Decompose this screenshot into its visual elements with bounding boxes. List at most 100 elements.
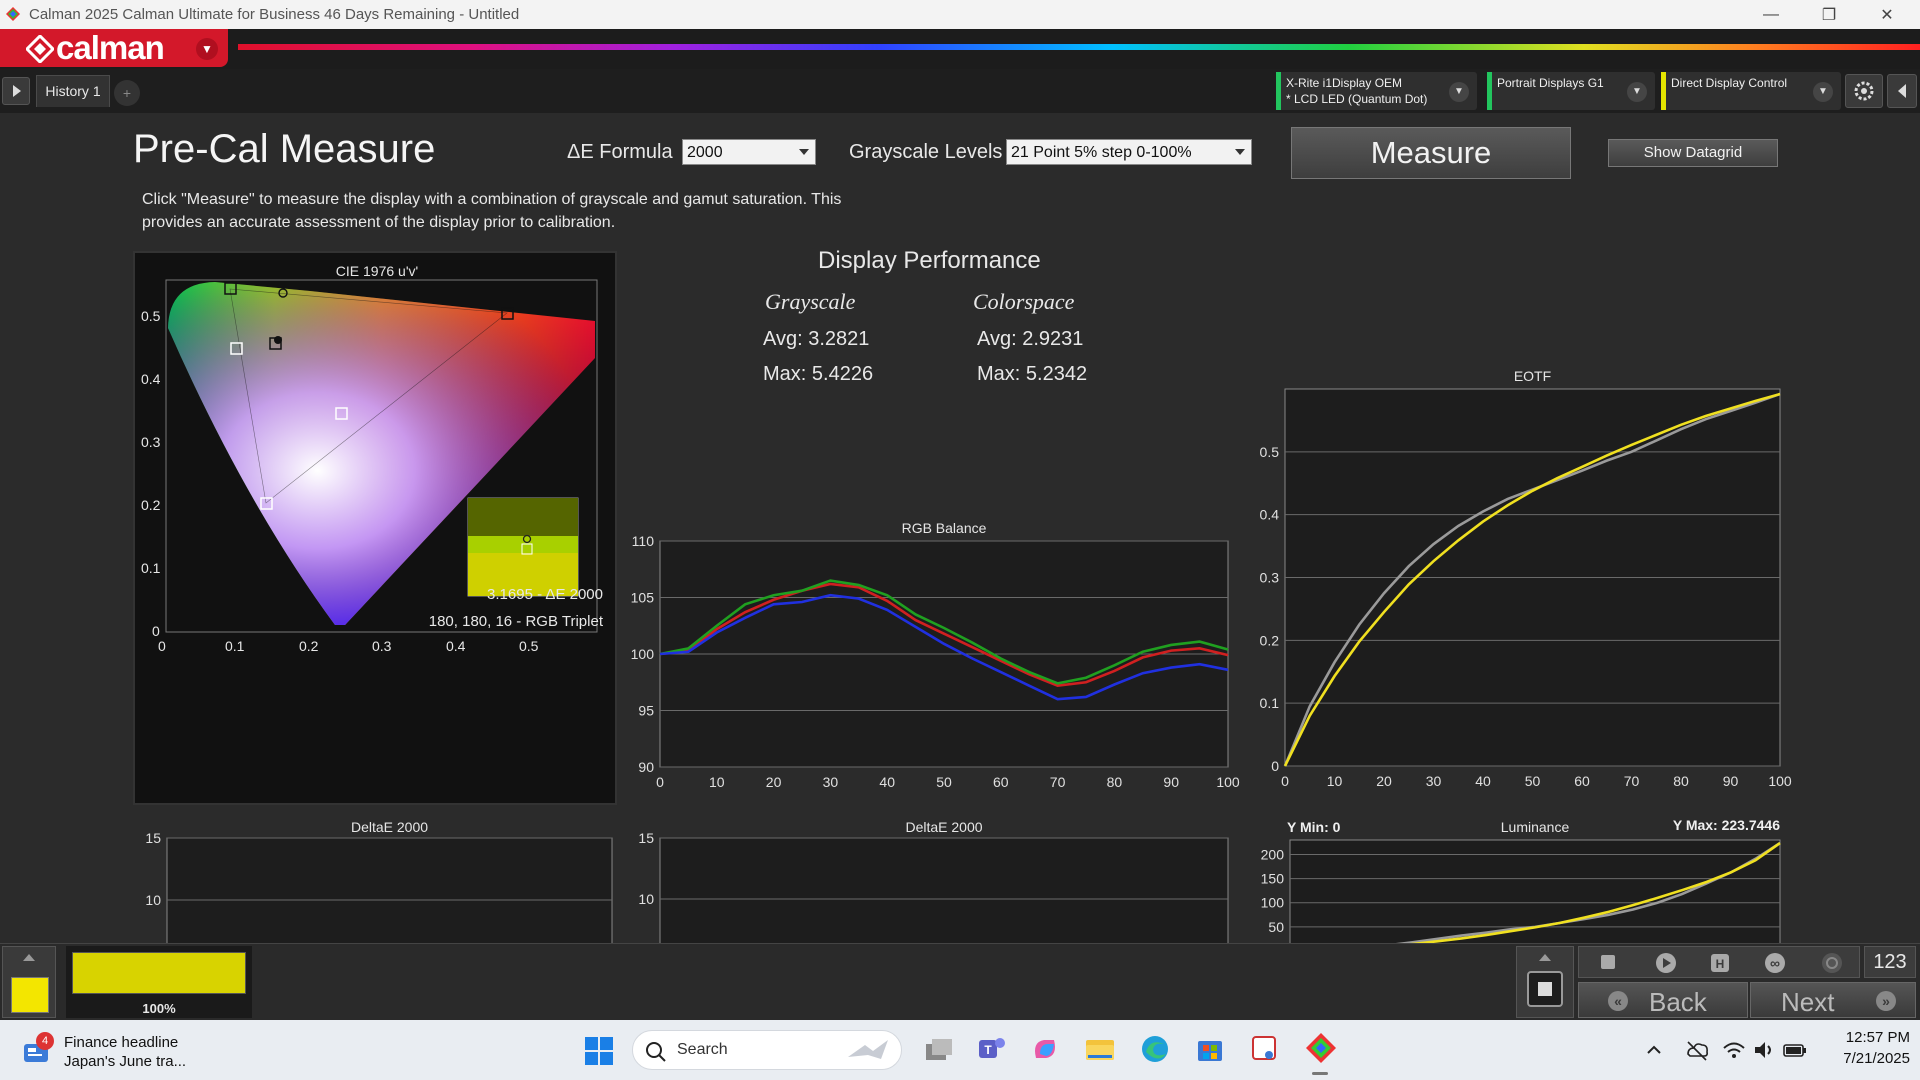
search-highlight-icon: [848, 1040, 888, 1059]
chevron-down-icon: [1235, 149, 1245, 155]
edge-icon[interactable]: [1140, 1034, 1170, 1064]
microsoft-store-icon[interactable]: [1195, 1034, 1225, 1064]
cie-y-tick: 0: [152, 623, 160, 639]
active-app-indicator: [1312, 1072, 1328, 1075]
main-content: Pre-Cal Measure ΔE Formula 2000 Grayscal…: [0, 113, 1920, 1041]
news-widget[interactable]: 4 Finance headline Japan's June tra...: [22, 1032, 192, 1072]
performance-title: Display Performance: [818, 247, 1041, 274]
news-title: Finance headline: [64, 1034, 179, 1051]
svg-text:»: »: [1882, 993, 1890, 1009]
taskbar-search[interactable]: Search: [632, 1030, 902, 1070]
next-button[interactable]: Next »: [1750, 982, 1916, 1018]
battery-icon[interactable]: [1782, 1038, 1808, 1062]
back-button[interactable]: « Back: [1578, 982, 1748, 1018]
colorspace-avg: Avg: 2.9231: [977, 328, 1084, 350]
refresh-icon[interactable]: [1821, 952, 1843, 974]
grayscale-levels-label: Grayscale Levels: [849, 141, 1003, 163]
expand-left-button[interactable]: [2, 77, 30, 105]
window-title: Calman 2025 Calman Ultimate for Business…: [29, 6, 520, 23]
y-min-label: Y Min: 0: [1287, 819, 1341, 835]
y-tick-label: 0.5: [1260, 444, 1280, 460]
stop-icon[interactable]: [1601, 955, 1615, 969]
next-chevron-icon: »: [1876, 991, 1896, 1011]
windows-start-icon[interactable]: [584, 1036, 614, 1066]
collapse-right-button[interactable]: [1887, 74, 1917, 108]
de-formula-select[interactable]: 2000: [682, 139, 816, 165]
news-subtitle: Japan's June tra...: [64, 1053, 187, 1070]
cie-y-tick: 0.1: [141, 560, 161, 576]
chevron-down-icon: ▼: [1449, 82, 1469, 102]
color-swatch-panel[interactable]: [2, 946, 56, 1018]
stop-icon: [1538, 982, 1552, 996]
y-tick-label: 15: [638, 830, 654, 846]
restore-button[interactable]: ❐: [1806, 0, 1852, 29]
playback-controls: H ∞: [1578, 946, 1860, 978]
file-explorer-icon[interactable]: [1084, 1036, 1116, 1062]
snipping-tool-icon[interactable]: [1250, 1034, 1280, 1064]
pattern-generator-selector[interactable]: Portrait Displays G1 ▼: [1487, 72, 1655, 110]
cie-x-tick: 0.1: [225, 638, 245, 654]
y-tick-label: 15: [145, 830, 161, 846]
clock-time[interactable]: 12:57 PM: [1820, 1029, 1910, 1046]
volume-icon[interactable]: [1752, 1038, 1776, 1062]
close-button[interactable]: ✕: [1864, 0, 1910, 29]
y-tick-label: 200: [1261, 846, 1285, 862]
add-tab-button[interactable]: +: [114, 80, 140, 106]
cie-y-tick: 0.5: [141, 308, 161, 324]
description-line-2: provides an accurate assessment of the d…: [142, 214, 616, 231]
hold-icon[interactable]: H: [1709, 952, 1731, 974]
y-tick-label: 100: [631, 646, 655, 662]
chevron-up-icon[interactable]: [1644, 1040, 1664, 1060]
calman-logo-icon: [26, 35, 54, 63]
clock-date[interactable]: 7/21/2025: [1820, 1050, 1910, 1067]
cie-x-tick: 0.4: [446, 638, 466, 654]
continuous-icon[interactable]: ∞: [1763, 952, 1787, 974]
measure-button[interactable]: Measure: [1291, 127, 1571, 179]
generator-status-stripe: [1487, 72, 1492, 110]
grayscale-heading: Grayscale: [765, 289, 856, 314]
show-datagrid-button[interactable]: Show Datagrid: [1608, 139, 1778, 167]
collapse-up-icon: [23, 954, 35, 961]
window-title-bar: Calman 2025 Calman Ultimate for Business…: [0, 0, 1920, 29]
calman-taskbar-icon[interactable]: [1305, 1032, 1337, 1064]
svg-text:«: «: [1614, 993, 1622, 1009]
display-control-selector[interactable]: Direct Display Control ▼: [1661, 72, 1841, 110]
target-color-bar: [72, 952, 246, 994]
copilot-icon[interactable]: [1030, 1034, 1060, 1064]
stop-measure-button[interactable]: [1527, 971, 1563, 1007]
chevron-down-icon: ▼: [196, 38, 218, 60]
calman-menu-button[interactable]: calman ▼: [0, 29, 228, 67]
cie-x-tick: 0.3: [372, 638, 392, 654]
progress-label: 100%: [142, 1001, 176, 1016]
y-tick-label: 0.2: [1260, 632, 1280, 648]
counter-button[interactable]: 123: [1864, 946, 1916, 978]
meter-status-stripe: [1276, 72, 1281, 110]
teams-icon[interactable]: T: [976, 1034, 1006, 1064]
grayscale-avg: Avg: 3.2821: [763, 328, 870, 350]
back-chevron-icon: «: [1608, 991, 1628, 1011]
target-panel: 100%: [66, 946, 252, 1018]
onedrive-offline-icon[interactable]: [1684, 1038, 1710, 1062]
collapse-up-icon: [1539, 954, 1551, 961]
meter-selector[interactable]: X-Rite i1Display OEM * LCD LED (Quantum …: [1276, 72, 1477, 110]
chart-title: Luminance: [1501, 819, 1570, 835]
play-icon[interactable]: [1655, 952, 1677, 974]
rainbow-stripe: [238, 44, 1920, 50]
wifi-icon[interactable]: [1722, 1038, 1746, 1062]
cie-y-tick: 0.2: [141, 497, 161, 513]
grayscale-levels-select[interactable]: 21 Point 5% step 0-100%: [1006, 139, 1252, 165]
y-tick-label: 110: [632, 533, 655, 549]
cie-y-tick: 0.3: [141, 434, 161, 450]
chevron-down-icon: ▼: [1627, 82, 1647, 102]
task-view-icon[interactable]: [924, 1036, 954, 1064]
minimize-button[interactable]: —: [1748, 0, 1794, 29]
tab-history-1[interactable]: History 1: [36, 75, 110, 107]
y-tick-label: 105: [631, 590, 655, 606]
windows-taskbar: 4 Finance headline Japan's June tra... S…: [0, 1020, 1920, 1080]
calman-logo-text: calman: [56, 29, 165, 66]
description-line-1: Click "Measure" to measure the display w…: [142, 191, 842, 208]
y-tick-label: 0.3: [1260, 570, 1280, 586]
settings-button[interactable]: [1845, 74, 1883, 108]
play-right-icon: [13, 85, 21, 97]
stop-panel[interactable]: [1516, 946, 1574, 1018]
